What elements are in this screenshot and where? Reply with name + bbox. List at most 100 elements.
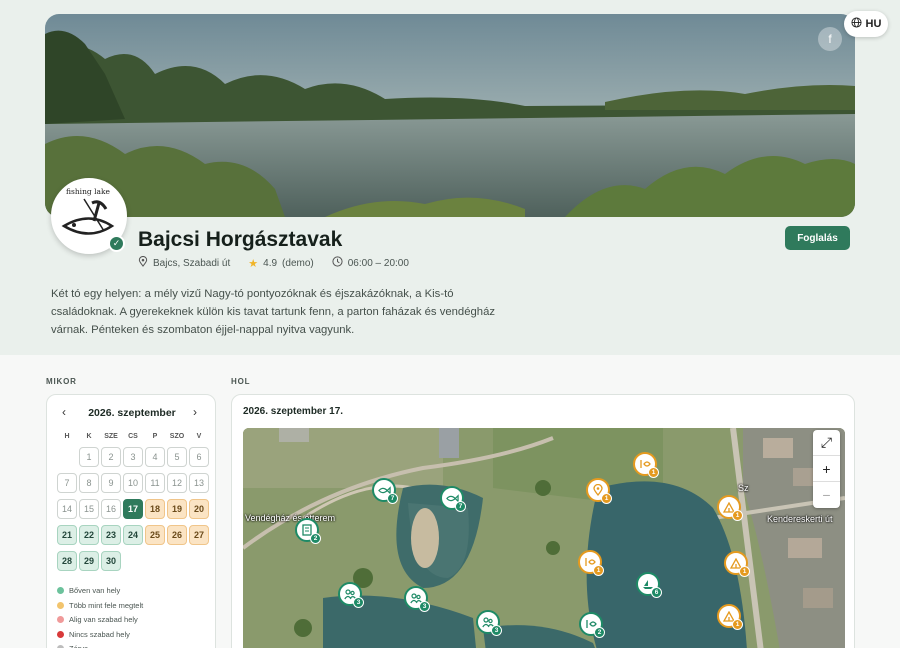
language-switcher[interactable]: HU [844,11,888,37]
map-pin-fish-icon[interactable]: 7 [440,486,466,512]
logo-text: fishing lake [66,187,111,196]
legend-item: Nincs szabad hely [57,630,130,639]
clock-icon [332,256,343,270]
calendar-day-25[interactable]: 25 [145,525,165,545]
pin-count-badge: 7 [455,501,466,512]
venue-meta: Bajcs, Szabadi út ★ 4.9 (demo) 06:00 – 2… [138,255,409,270]
calendar-day-2: 2 [101,447,121,467]
calendar-day-19[interactable]: 19 [167,499,187,519]
weekday-header: K [86,433,92,440]
map-pin-tent-icon[interactable]: 1 [724,551,750,577]
calendar-day-21[interactable]: 21 [57,525,77,545]
weekday-header: P [152,433,158,440]
globe-icon [851,17,862,31]
book-button[interactable]: Foglalás [785,226,850,250]
facebook-icon[interactable]: f [818,27,842,51]
calendar-day-28[interactable]: 28 [57,551,77,571]
venue-location: Bajcs, Szabadi út [153,257,231,269]
calendar-day-6: 6 [189,447,209,467]
legend-item: Több mint fele megtelt [57,601,143,610]
pin-count-badge: 1 [593,565,604,576]
pin-count-badge: 1 [648,467,659,478]
legend-dot [57,630,64,638]
language-code: HU [865,18,882,30]
calendar-day-27[interactable]: 27 [189,525,209,545]
next-month-button[interactable]: › [193,405,197,419]
map-road-label: Sz [738,483,749,493]
legend-dot [57,616,64,623]
legend-label: Bőven van hely [69,586,121,595]
map-pin-fish-swim-icon[interactable]: 1 [578,550,604,576]
legend-dot [57,601,64,609]
legend-label: Nincs szabad hely [69,629,130,639]
calendar-card: ‹ 2026. szeptember › H K SZE CS P SZO V 123456… [46,394,216,648]
map-pin-location-icon[interactable]: 1 [586,478,612,504]
pin-count-badge: 2 [310,533,321,544]
map-pin-people-icon[interactable]: 3 [476,610,502,636]
weekday-header: H [64,433,70,440]
calendar-day-11: 11 [145,473,165,493]
weekday-header: V [196,433,202,440]
fullscreen-icon[interactable]: ⤢ [813,430,840,456]
map-zoom-controls: ⤢ + − [813,430,840,508]
map-pin-boat-icon[interactable]: 6 [636,572,662,598]
legend-item: Bőven van hely [57,586,120,595]
legend-dot [57,587,64,594]
calendar-day-4: 4 [145,447,165,467]
pin-count-badge: 3 [419,601,430,612]
weekday-header: SZE [104,433,118,440]
pin-count-badge: 6 [651,587,662,598]
pin-count-badge: 3 [491,625,502,636]
calendar-day-22[interactable]: 22 [79,525,99,545]
legend-label: Alig van szabad hely [69,615,138,624]
venue-rating: 4.9 [263,257,278,269]
calendar-day-18[interactable]: 18 [145,499,165,519]
map-pin-fish-icon[interactable]: 7 [372,478,398,504]
weekday-header: SZO [169,433,185,440]
map-pin-tent-icon[interactable]: 1 [717,495,743,521]
calendar-day-8: 8 [79,473,99,493]
calendar-day-29[interactable]: 29 [79,551,99,571]
venue-name: Bajcsi Horgásztavak [138,228,343,251]
map-pin-fish-swim-icon[interactable]: 2 [579,612,605,638]
legend-label: Zárva [69,644,88,648]
weekday-header: CS [128,433,138,440]
calendar-day-24[interactable]: 24 [123,525,143,545]
map-pin-tent-icon[interactable]: 1 [717,604,743,630]
legend-item: Alig van szabad hely [57,615,138,624]
calendar-day-20[interactable]: 20 [189,499,209,519]
map-pin-people-icon[interactable]: 3 [404,586,430,612]
calendar-day-26[interactable]: 26 [167,525,187,545]
venue-map[interactable] [243,428,845,648]
calendar-day-23[interactable]: 23 [101,525,121,545]
calendar-day-7: 7 [57,473,77,493]
zoom-out-button[interactable]: − [813,482,840,508]
calendar-day-13: 13 [189,473,209,493]
calendar-day-16: 16 [101,499,121,519]
zoom-in-button[interactable]: + [813,456,840,482]
map-pin-fish-swim-icon[interactable]: 1 [633,452,659,478]
calendar-month: 2026. szeptember [88,407,176,419]
map-pin-people-icon[interactable]: 3 [338,582,364,608]
calendar-day-12: 12 [167,473,187,493]
location-icon [138,255,148,270]
legend-item: Zárva [57,644,88,648]
calendar-day-15: 15 [79,499,99,519]
map-street-label: Kendereskerti út [767,514,833,524]
venue-rating-note: (demo) [282,257,314,269]
section-label-where: HOL [231,377,251,386]
pin-count-badge: 1 [732,510,743,521]
calendar-day-9: 9 [101,473,121,493]
section-label-when: MIKOR [46,377,77,386]
calendar-day-1: 1 [79,447,99,467]
verified-badge-icon: ✓ [108,235,125,252]
calendar-day-30[interactable]: 30 [101,551,121,571]
pin-count-badge: 7 [387,493,398,504]
map-date: 2026. szeptember 17. [243,406,344,417]
star-icon: ★ [248,257,259,270]
cover-photo [45,14,855,217]
map-pin-building-icon[interactable]: 2 [295,518,321,544]
calendar-day-17[interactable]: 17 [123,499,143,519]
calendar-day-14: 14 [57,499,77,519]
calendar-day-5: 5 [167,447,187,467]
